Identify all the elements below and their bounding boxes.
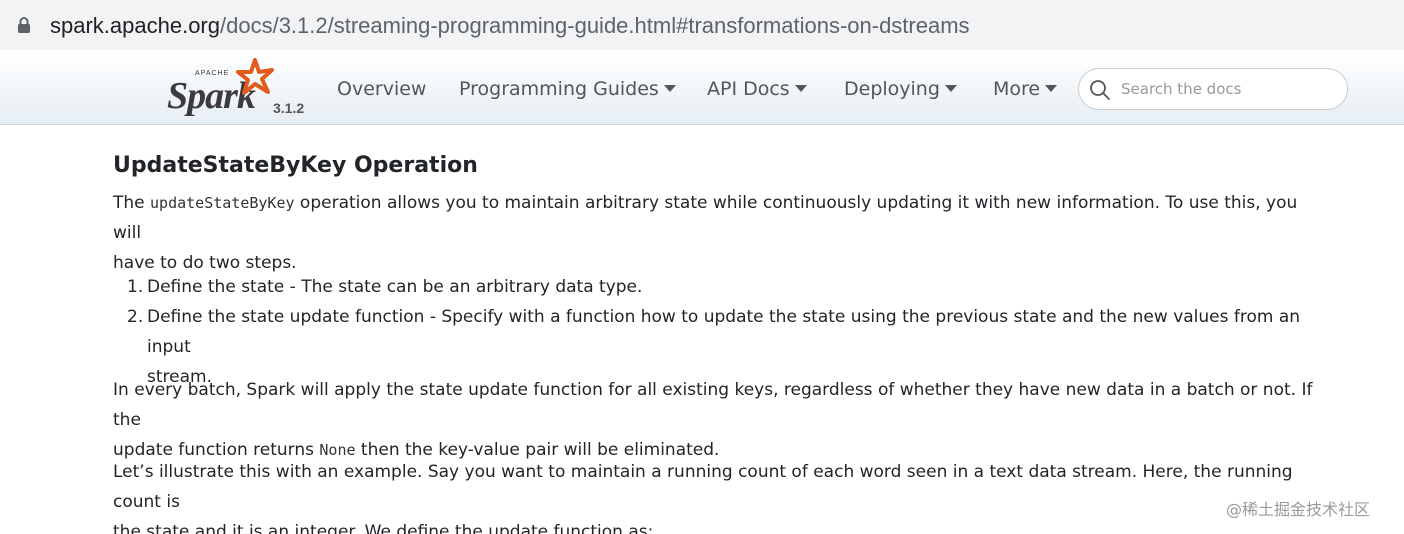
caret-down-icon [944,85,957,92]
lock-icon[interactable] [14,15,34,35]
intro-text-before: The [113,193,151,213]
example-line-2: the state and it is an integer. We defin… [113,522,654,534]
nav-more-label: More [993,78,1041,100]
spark-logo-link[interactable]: APACHE Spark 3.1.2 [165,56,315,118]
list-item-number: 1. [127,277,144,297]
nav-programming-guides[interactable]: Programming Guides [459,78,676,100]
url-host: spark.apache.org [50,13,220,38]
list-item-text-line-1: Define the state update function - Speci… [147,307,1301,357]
inline-code-updatestatebykey: updateStateByKey [150,194,295,212]
example-line-1: Let’s illustrate this with an example. S… [113,462,1293,512]
steps-list: 1. Define the state - The state can be a… [113,272,1328,392]
nav-more[interactable]: More [993,78,1058,100]
spark-star-icon [236,58,274,95]
search-input[interactable] [1121,77,1331,101]
intro-line-1: The updateStateByKey operation allows yo… [113,188,1328,248]
omnibox[interactable]: spark.apache.org/docs/3.1.2/streaming-pr… [0,2,1404,46]
nav-deploying[interactable]: Deploying [844,78,957,100]
search-icon [1090,80,1110,100]
example-paragraph: Let’s illustrate this with an example. S… [113,457,1328,534]
batch-paragraph: In every batch, Spark will apply the sta… [113,375,1328,465]
caret-down-icon [1045,85,1058,92]
list-item-number: 2. [127,307,144,327]
nav-overview-label: Overview [337,78,427,100]
docs-search-box[interactable] [1078,68,1348,110]
watermark-text: @稀土掘金技术社区 [1226,500,1371,519]
section-heading: UpdateStateByKey Operation [113,153,478,178]
list-item: 1. Define the state - The state can be a… [113,272,1328,302]
batch-line-1: In every batch, Spark will apply the sta… [113,380,1313,430]
caret-down-icon [794,85,807,92]
browser-address-bar: spark.apache.org/docs/3.1.2/streaming-pr… [0,0,1404,50]
url-text[interactable]: spark.apache.org/docs/3.1.2/streaming-pr… [50,12,970,40]
nav-api-docs-label: API Docs [707,78,790,100]
list-item-text: Define the state - The state can be an a… [147,277,643,297]
nav-deploying-label: Deploying [844,78,940,100]
url-path: /docs/3.1.2/streaming-programming-guide.… [220,13,970,38]
site-navbar: APACHE Spark 3.1.2 Overview Programming … [0,50,1404,125]
nav-api-docs[interactable]: API Docs [707,78,807,100]
intro-paragraph: The updateStateByKey operation allows yo… [113,188,1328,278]
caret-down-icon [663,85,676,92]
nav-overview[interactable]: Overview [337,78,426,100]
nav-programming-guides-label: Programming Guides [459,78,659,100]
version-label: 3.1.2 [273,100,305,116]
